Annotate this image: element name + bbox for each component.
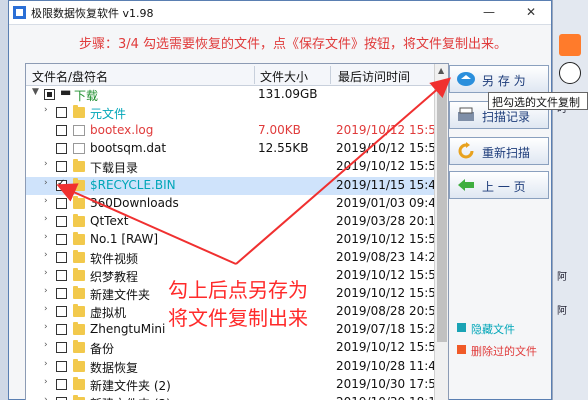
annotation-arrow [56, 183, 237, 265]
screen: 时 阿 阿 极限数据恢复软件 v1.98 — ✕ 步骤：3/4 勾选需要恢复的文… [0, 0, 588, 400]
annotation-line: 勾上后点另存为 [168, 278, 308, 302]
annotation-arrows [56, 77, 452, 265]
annotation-text: 勾上后点另存为 将文件复制出来 [168, 276, 308, 332]
annotation-arrow [235, 77, 452, 265]
annotation-line: 将文件复制出来 [168, 306, 308, 330]
